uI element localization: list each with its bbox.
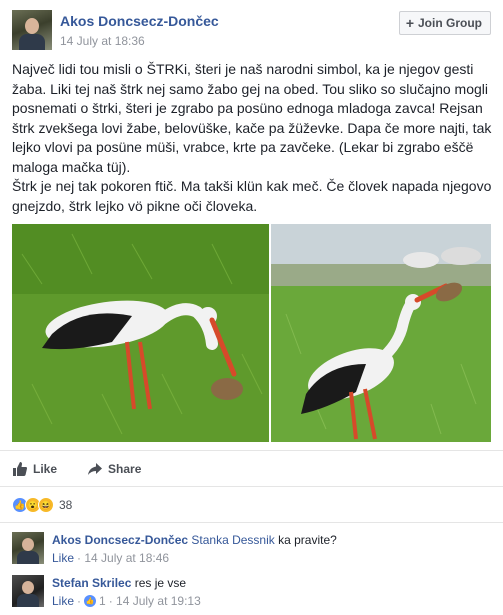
avatar-body <box>19 34 45 50</box>
stork-photo-left-image <box>12 224 269 442</box>
plus-icon: + <box>405 15 414 31</box>
join-group-button[interactable]: + Join Group <box>398 11 491 35</box>
divider <box>0 450 503 451</box>
commenter-avatar[interactable] <box>12 575 44 607</box>
reaction-summary[interactable]: 👍 😮 😆 38 <box>12 495 72 515</box>
comment-body: ka pravite? <box>278 533 337 547</box>
separator-dot: · <box>77 594 82 608</box>
photo-stork-left[interactable] <box>12 224 269 442</box>
like-label: Like <box>33 462 58 476</box>
post-paragraph: Štrk je nej tak pokoren ftič. Ma takši k… <box>12 178 492 214</box>
like-reaction-icon: 👍 <box>84 595 97 607</box>
share-arrow-icon <box>88 463 103 475</box>
avatar-head <box>25 18 39 34</box>
divider <box>0 486 503 487</box>
photo-collage <box>12 224 491 442</box>
thumbs-up-icon <box>13 462 27 476</box>
avatar-body <box>17 551 39 564</box>
divider <box>0 522 503 523</box>
comment-meta: Like · 14 July at 18:46 <box>52 551 169 565</box>
post-actions: Like Share <box>12 459 141 479</box>
comment-mention[interactable]: Stanka Dessnik <box>191 533 274 547</box>
avatar-head <box>22 581 34 594</box>
comment-text: Akos Doncsecz-Dončec Stanka Dessnik ka p… <box>52 532 337 548</box>
stork-photo-right-image <box>271 224 491 442</box>
commenter-name[interactable]: Stefan Skrilec <box>52 576 131 590</box>
author-name[interactable]: Akos Doncsecz-Dončec <box>60 13 219 29</box>
comment-reaction-count[interactable]: 1 <box>99 594 106 608</box>
reaction-count: 38 <box>59 498 73 512</box>
comment-timestamp[interactable]: · 14 July at 19:13 <box>109 594 201 608</box>
commenter-avatar[interactable] <box>12 532 44 564</box>
commenter-name[interactable]: Akos Doncsecz-Dončec <box>52 533 188 547</box>
post-timestamp[interactable]: 14 July at 18:36 <box>60 34 145 48</box>
comment-body: res je vse <box>134 576 187 590</box>
comment-timestamp[interactable]: · 14 July at 18:46 <box>77 551 169 565</box>
comment-like-link[interactable]: Like <box>52 594 74 608</box>
haha-reaction-icon: 😆 <box>38 497 54 513</box>
join-group-label: Join Group <box>418 16 482 30</box>
photo-stork-right[interactable] <box>271 224 491 442</box>
like-button[interactable]: Like <box>12 461 57 477</box>
post-body: Največ lidi tou misli o ŠTRKi, šteri je … <box>12 60 494 216</box>
avatar-body <box>17 594 39 607</box>
comment-text: Stefan Skrilec res je vse <box>52 575 186 591</box>
comment-meta: Like · 👍 1 · 14 July at 19:13 <box>52 594 201 608</box>
author-avatar[interactable] <box>12 10 52 50</box>
share-button[interactable]: Share <box>87 461 141 477</box>
comment-like-link[interactable]: Like <box>52 551 74 565</box>
post-header: Akos Doncsecz-Dončec 14 July at 18:36 + … <box>12 10 491 50</box>
avatar-head <box>22 538 34 551</box>
post-paragraph: Največ lidi tou misli o ŠTRKi, šteri je … <box>12 61 492 175</box>
share-label: Share <box>108 462 142 476</box>
